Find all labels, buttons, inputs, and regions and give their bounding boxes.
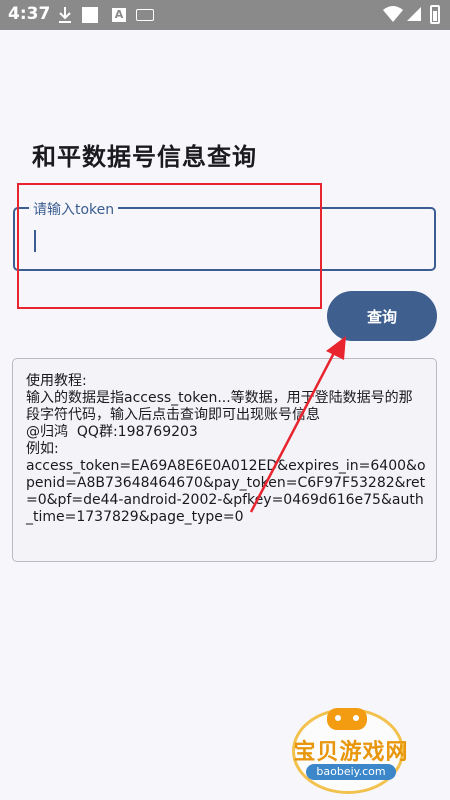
page-title: 和平数据号信息查询 [32, 143, 257, 171]
watermark-domain: baobeiy.com [306, 764, 396, 780]
watermark-title: 宝贝游戏网 [293, 740, 409, 765]
signal-icon [407, 7, 421, 21]
text-cursor [34, 230, 36, 252]
battery-icon [430, 5, 440, 24]
info-text: 使用教程: 输入的数据是指access_token...等数据，用于登陆数据号的… [26, 373, 426, 525]
status-bar: 4:37 A [0, 0, 450, 30]
token-input[interactable] [29, 221, 423, 259]
query-button[interactable]: 查询 [327, 291, 437, 341]
a-notification-icon: A [112, 8, 126, 22]
status-time: 4:37 [8, 4, 51, 24]
token-field-label: 请输入token [29, 199, 119, 219]
wifi-icon [383, 6, 403, 22]
info-box: 使用教程: 输入的数据是指access_token...等数据，用于登陆数据号的… [12, 358, 437, 562]
download-icon [59, 7, 71, 23]
gamepad-icon [327, 708, 367, 730]
square-notification-icon [82, 7, 98, 23]
watermark-logo: 宝贝游戏网 baobeiy.com [270, 700, 430, 795]
token-field[interactable]: 请输入token [13, 199, 436, 271]
keyboard-icon [136, 9, 154, 21]
